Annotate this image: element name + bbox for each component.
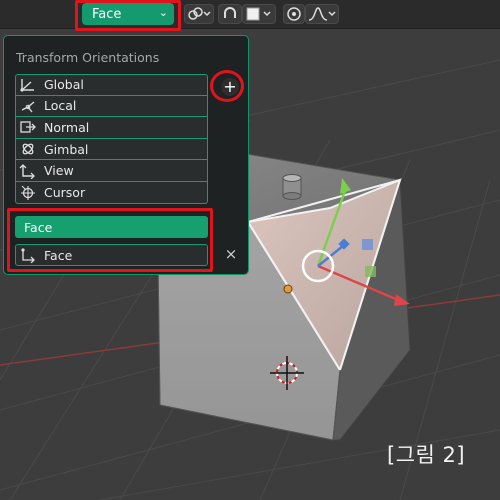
proportional-edit-icon — [287, 7, 301, 21]
orientation-item-label: Local — [44, 98, 77, 114]
snap-toggle-button[interactable] — [218, 4, 242, 24]
close-icon: × — [224, 245, 238, 263]
pivot-point-button[interactable] — [184, 4, 214, 24]
snap-target-dropdown[interactable] — [242, 4, 276, 24]
plus-icon: + — [223, 77, 237, 96]
custom-orientation-name: Face — [44, 247, 73, 263]
orientation-item-local[interactable]: Local — [15, 95, 208, 118]
gimbal-orientation-icon — [16, 140, 40, 158]
custom-orientation-label: Face — [24, 219, 53, 235]
delete-orientation-button[interactable]: × — [222, 245, 240, 263]
view-orientation-icon — [16, 162, 40, 180]
panel-title: Transform Orientations — [16, 50, 160, 65]
chevron-down-icon: ⌄ — [158, 6, 168, 19]
local-orientation-icon — [16, 97, 40, 115]
orientation-value: Face — [92, 6, 122, 22]
face-orientation-icon — [16, 246, 40, 264]
orientation-item-normal[interactable]: Normal — [15, 117, 208, 139]
orientation-item-label: Normal — [44, 119, 90, 135]
orientation-item-label: View — [44, 163, 74, 179]
global-orientation-icon — [16, 76, 40, 94]
light-object[interactable] — [282, 174, 302, 200]
orientation-item-view[interactable]: View — [15, 160, 208, 182]
orientation-list: Global Local Normal Gimbal View Cursor — [15, 74, 208, 204]
orientation-item-global[interactable]: Global — [15, 74, 208, 96]
custom-orientation-name-field[interactable]: Face — [15, 244, 208, 266]
custom-orientation-face-selected[interactable]: Face — [15, 216, 208, 238]
orientation-item-cursor[interactable]: Cursor — [15, 181, 208, 204]
pivot-link-icon — [188, 7, 211, 20]
normal-orientation-icon — [16, 118, 40, 136]
orientation-item-label: Gimbal — [44, 141, 89, 157]
falloff-dropdown[interactable] — [305, 4, 339, 24]
transform-orientation-dropdown[interactable]: Face ⌄ — [82, 3, 174, 25]
figure-caption: [그림 2] — [387, 443, 466, 467]
orientation-item-gimbal[interactable]: Gimbal — [15, 138, 208, 161]
transform-orientations-panel: Transform Orientations Global Local Norm… — [3, 35, 249, 275]
magnet-icon — [224, 7, 236, 18]
proportional-editing-button[interactable] — [283, 4, 305, 24]
orientation-item-label: Cursor — [44, 184, 86, 200]
add-orientation-button[interactable]: + — [221, 78, 239, 96]
cursor-orientation-icon — [16, 183, 40, 201]
snap-square-icon — [246, 7, 271, 21]
viewport-header: Face ⌄ — [0, 0, 500, 31]
orientation-item-label: Global — [44, 77, 84, 93]
falloff-curve-icon — [308, 7, 336, 21]
